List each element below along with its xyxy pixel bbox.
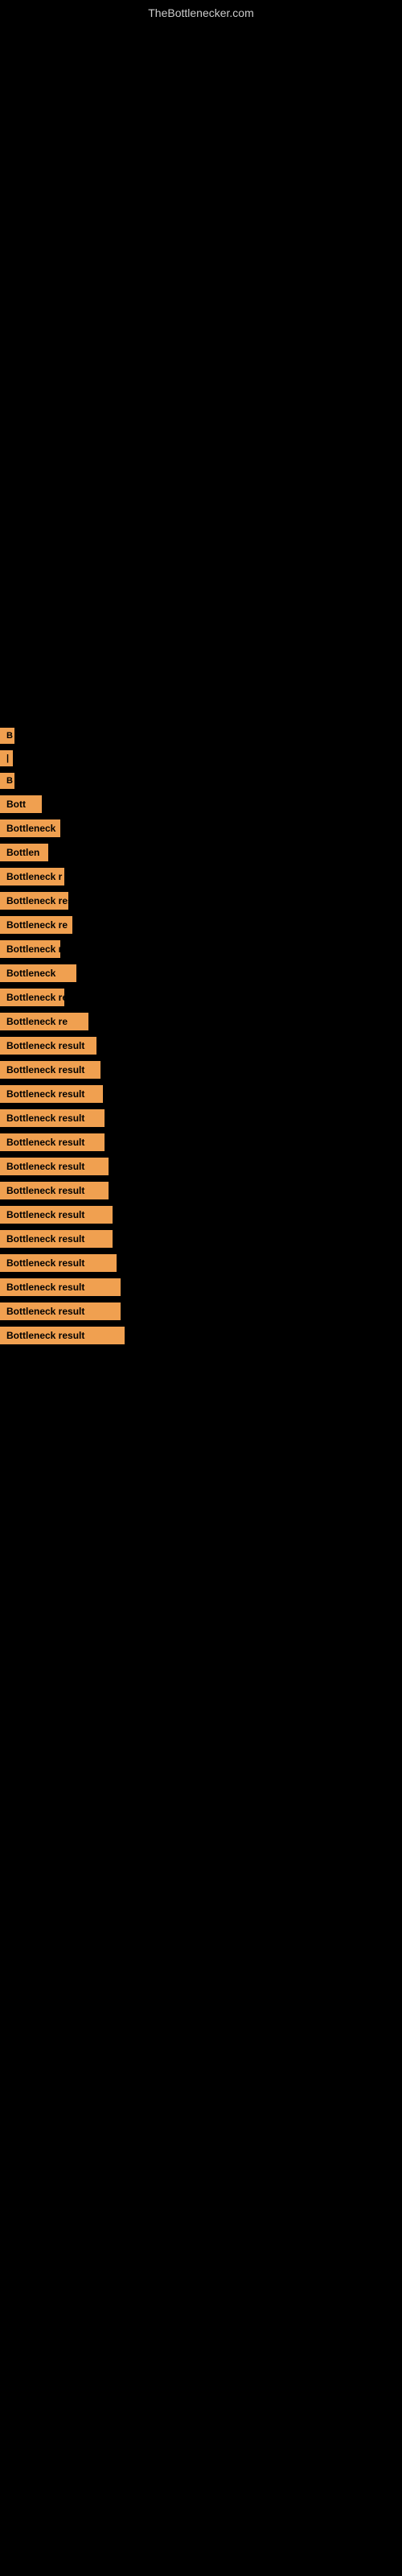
- bottleneck-result-label: Bottleneck result: [0, 1037, 96, 1055]
- bottleneck-result-label: Bott: [0, 795, 42, 813]
- bottleneck-result-label: Bottleneck re: [0, 916, 72, 934]
- bottleneck-result-label: Bottleneck result: [0, 1158, 109, 1175]
- bottleneck-result-label: Bottleneck re: [0, 940, 60, 958]
- bottleneck-result-label: Bottleneck result: [0, 1327, 125, 1344]
- bottleneck-result-label: Bottleneck: [0, 819, 60, 837]
- list-item: Bottleneck result: [0, 1251, 402, 1275]
- list-item: Bottleneck result: [0, 1106, 402, 1130]
- bottleneck-result-label: Bottleneck result: [0, 1230, 113, 1248]
- site-title: TheBottlenecker.com: [148, 6, 254, 19]
- list-item: Bottleneck re: [0, 937, 402, 961]
- bottleneck-result-label: B: [0, 773, 14, 789]
- bottleneck-result-label: Bottleneck result: [0, 1302, 121, 1320]
- list-item: B: [0, 770, 402, 792]
- bottleneck-result-label: Bottlen: [0, 844, 48, 861]
- list-item: Bottleneck: [0, 961, 402, 985]
- list-item: Bottleneck result: [0, 1203, 402, 1227]
- list-item: Bottleneck result: [0, 1082, 402, 1106]
- list-item: Bottleneck: [0, 816, 402, 840]
- bottleneck-result-label: Bottleneck result: [0, 1085, 103, 1103]
- list-item: Bottleneck result: [0, 1227, 402, 1251]
- bottleneck-result-label: Bottleneck resu: [0, 892, 68, 910]
- list-item: B: [0, 724, 402, 747]
- bottleneck-result-label: |: [0, 750, 13, 766]
- bottleneck-result-label: Bottleneck result: [0, 1133, 105, 1151]
- list-item: Bottleneck result: [0, 1323, 402, 1348]
- list-item: Bottleneck result: [0, 1130, 402, 1154]
- bottleneck-result-label: Bottleneck result: [0, 1206, 113, 1224]
- list-item: Bottleneck result: [0, 1179, 402, 1203]
- list-item: Bottleneck result: [0, 1034, 402, 1058]
- list-item: |: [0, 747, 402, 770]
- bottleneck-result-label: Bottleneck result: [0, 1109, 105, 1127]
- bottleneck-result-label: Bottleneck result: [0, 1254, 117, 1272]
- list-item: Bott: [0, 792, 402, 816]
- list-item: Bottleneck result: [0, 1154, 402, 1179]
- list-item: Bottleneck re: [0, 1009, 402, 1034]
- bottleneck-result-label: Bottleneck result: [0, 1182, 109, 1199]
- list-item: Bottleneck result: [0, 1275, 402, 1299]
- list-item: Bottleneck result: [0, 1299, 402, 1323]
- bottleneck-result-label: Bottleneck resu: [0, 989, 64, 1006]
- list-item: Bottleneck r: [0, 865, 402, 889]
- list-item: Bottleneck re: [0, 913, 402, 937]
- bottleneck-result-label: Bottleneck re: [0, 1013, 88, 1030]
- list-item: Bottlen: [0, 840, 402, 865]
- bottleneck-result-label: Bottleneck r: [0, 868, 64, 886]
- bottleneck-result-label: Bottleneck result: [0, 1278, 121, 1296]
- bottleneck-result-label: Bottleneck: [0, 964, 76, 982]
- list-item: Bottleneck result: [0, 1058, 402, 1082]
- list-item: Bottleneck resu: [0, 985, 402, 1009]
- list-item: Bottleneck resu: [0, 889, 402, 913]
- bottleneck-items-container: B | B Bott Bottleneck Bottlen Bottleneck r Bott…: [0, 724, 402, 1348]
- bottleneck-result-label: B: [0, 728, 14, 744]
- bottleneck-result-label: Bottleneck result: [0, 1061, 100, 1079]
